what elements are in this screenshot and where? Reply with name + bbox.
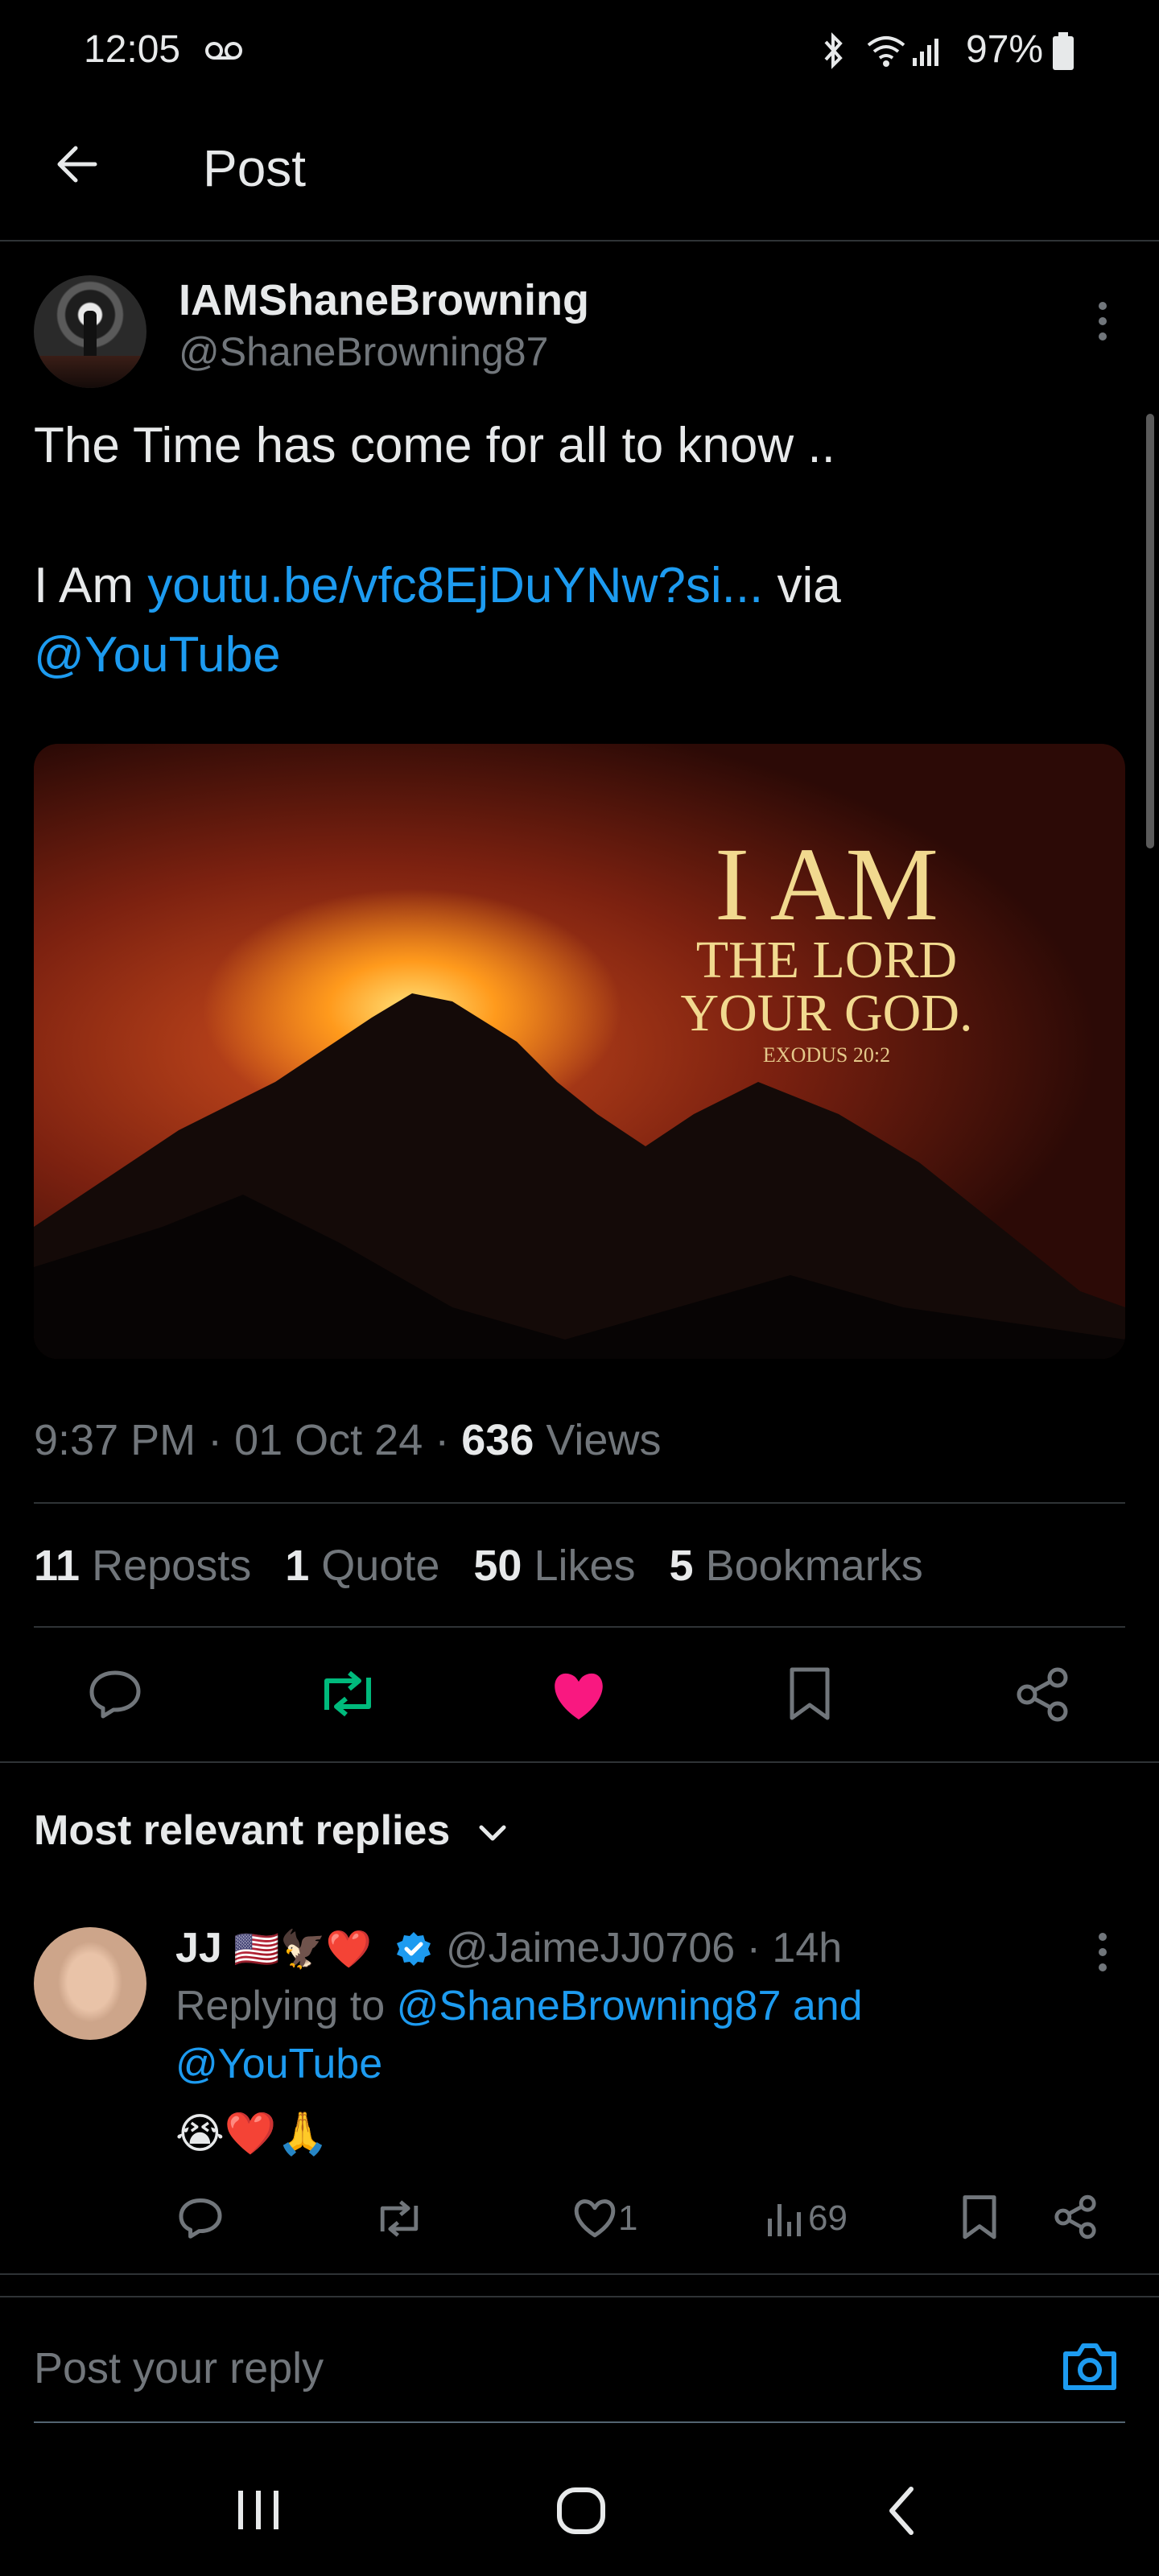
- chevron-down-icon[interactable]: [476, 1821, 509, 1845]
- stat-quote[interactable]: 1 Quote: [285, 1542, 439, 1590]
- voicemail-icon: [204, 40, 243, 61]
- reply-reply-button[interactable]: [177, 2196, 224, 2240]
- page-title: Post: [203, 139, 307, 197]
- stats-divider: [34, 1626, 1125, 1628]
- post-text-via: via: [763, 558, 841, 613]
- reply-like-count: 1: [618, 2198, 638, 2238]
- scrollbar[interactable]: [1146, 414, 1154, 848]
- recent-apps-icon: [238, 2491, 278, 2529]
- stat-reposts[interactable]: 11 Reposts: [34, 1542, 251, 1590]
- reply-bookmark-button[interactable]: [961, 2194, 998, 2241]
- stat-bookmarks[interactable]: 5 Bookmarks: [670, 1542, 923, 1590]
- heart-filled-icon: [555, 1673, 603, 1719]
- reply-views-button[interactable]: 69: [765, 2198, 848, 2240]
- status-time: 12:05: [84, 28, 181, 71]
- bluetooth-icon: [821, 32, 845, 69]
- repost-icon: [380, 2200, 419, 2237]
- compose-underline: [34, 2421, 1125, 2423]
- post-date: 01 Oct 24: [234, 1416, 423, 1464]
- actions-divider: [0, 1761, 1159, 1763]
- wifi-icon: [866, 34, 906, 68]
- image-text-i-am: I AM: [714, 827, 939, 943]
- bookmark-icon: [790, 1667, 830, 1720]
- author-name[interactable]: IAMShaneBrowning: [179, 275, 589, 325]
- image-text-your-god: YOUR GOD.: [680, 984, 973, 1042]
- post-meta: 9:37 PM · 01 Oct 24 · 636 Views: [34, 1416, 662, 1464]
- stat-likes[interactable]: 50 Likes: [473, 1542, 635, 1590]
- signal-icon: [911, 35, 945, 68]
- camera-button[interactable]: [1061, 2341, 1119, 2392]
- post-link[interactable]: youtu.be/vfc8EjDuYNw?si...: [147, 558, 763, 613]
- reply-divider: [0, 2273, 1159, 2275]
- reply-handle[interactable]: @JaimeJJ0706: [446, 1925, 735, 1971]
- reply-views-count: 69: [808, 2198, 848, 2238]
- home-icon: [557, 2487, 605, 2534]
- image-text-the-lord: THE LORD: [695, 931, 958, 989]
- post-views-count[interactable]: 636: [461, 1416, 534, 1464]
- replying-to-line1: Replying to @ShaneBrowning87 and: [175, 1982, 863, 2030]
- reply-compose-input[interactable]: [34, 2336, 1000, 2401]
- replying-to-mentions[interactable]: @ShaneBrowning87 and: [397, 1983, 863, 2029]
- more-options-icon[interactable]: [1093, 299, 1112, 343]
- reply-age: 14h: [772, 1925, 843, 1971]
- reply-handle-line: @JaimeJJ0706 · 14h: [446, 1925, 843, 1971]
- recent-apps-button[interactable]: [235, 2487, 282, 2533]
- reply-icon: [89, 1670, 141, 1719]
- back-button[interactable]: [47, 134, 108, 195]
- compose-top-divider: [0, 2296, 1159, 2297]
- battery-icon: [1051, 32, 1075, 71]
- reply-repost-button[interactable]: [373, 2199, 425, 2238]
- share-icon: [1054, 2194, 1096, 2240]
- reply-like-button[interactable]: 1: [571, 2198, 637, 2240]
- bookmark-button[interactable]: [787, 1666, 832, 1723]
- reply-name[interactable]: JJ: [175, 1925, 222, 1971]
- replies-title: Most relevant replies: [34, 1807, 451, 1854]
- repost-button[interactable]: [316, 1670, 380, 1718]
- reply-header: JJ 🇺🇸🦅❤️: [175, 1924, 372, 1972]
- reply-avatar[interactable]: [34, 1927, 146, 2040]
- post-text-line2: I Am youtu.be/vfc8EjDuYNw?si... via: [34, 557, 841, 614]
- heart-outline-icon: [574, 2199, 616, 2238]
- like-button[interactable]: [551, 1671, 607, 1721]
- replying-to-line2[interactable]: @YouTube: [175, 2040, 382, 2088]
- home-button[interactable]: [555, 2486, 607, 2536]
- reply-body: 😭❤️🙏: [175, 2111, 329, 2157]
- replies-sort-dropdown[interactable]: Most relevant replies: [34, 1806, 450, 1855]
- avatar[interactable]: [34, 275, 146, 388]
- bookmark-icon: [963, 2195, 996, 2240]
- post-mention[interactable]: @YouTube: [34, 626, 281, 683]
- author-handle[interactable]: @ShaneBrowning87: [179, 328, 548, 375]
- reply-icon: [179, 2198, 222, 2239]
- reply-button[interactable]: [87, 1668, 143, 1719]
- reply-name-emoji: 🇺🇸🦅❤️: [233, 1928, 373, 1970]
- header-divider: [0, 240, 1159, 242]
- analytics-icon: [768, 2204, 801, 2236]
- reply-more-options-icon[interactable]: [1093, 1930, 1112, 1974]
- post-text-line1: The Time has come for all to know ..: [34, 418, 835, 473]
- post-text-prefix: I Am: [34, 558, 148, 613]
- post-views-label: Views: [546, 1416, 662, 1464]
- meta-divider: [34, 1502, 1125, 1504]
- stats-row: 11 Reposts 1 Quote 50 Likes 5 Bookmarks: [34, 1541, 923, 1591]
- post-image[interactable]: I AM THE LORD YOUR GOD. EXODUS 20:2: [34, 744, 1125, 1359]
- repost-icon: [324, 1670, 371, 1717]
- back-nav-button[interactable]: [885, 2484, 918, 2537]
- verified-badge-icon: [394, 1930, 433, 1969]
- battery-percentage: 97%: [966, 28, 1044, 71]
- reply-share-button[interactable]: [1053, 2194, 1098, 2240]
- replying-to-prefix: Replying to: [175, 1983, 397, 2029]
- share-button[interactable]: [1014, 1666, 1070, 1723]
- camera-icon: [1063, 2343, 1116, 2390]
- back-nav-icon: [889, 2487, 914, 2535]
- post-time: 9:37 PM: [34, 1416, 196, 1464]
- share-icon: [1017, 1667, 1068, 1722]
- image-text-exodus: EXODUS 20:2: [762, 1043, 891, 1067]
- back-arrow-icon: [47, 134, 108, 195]
